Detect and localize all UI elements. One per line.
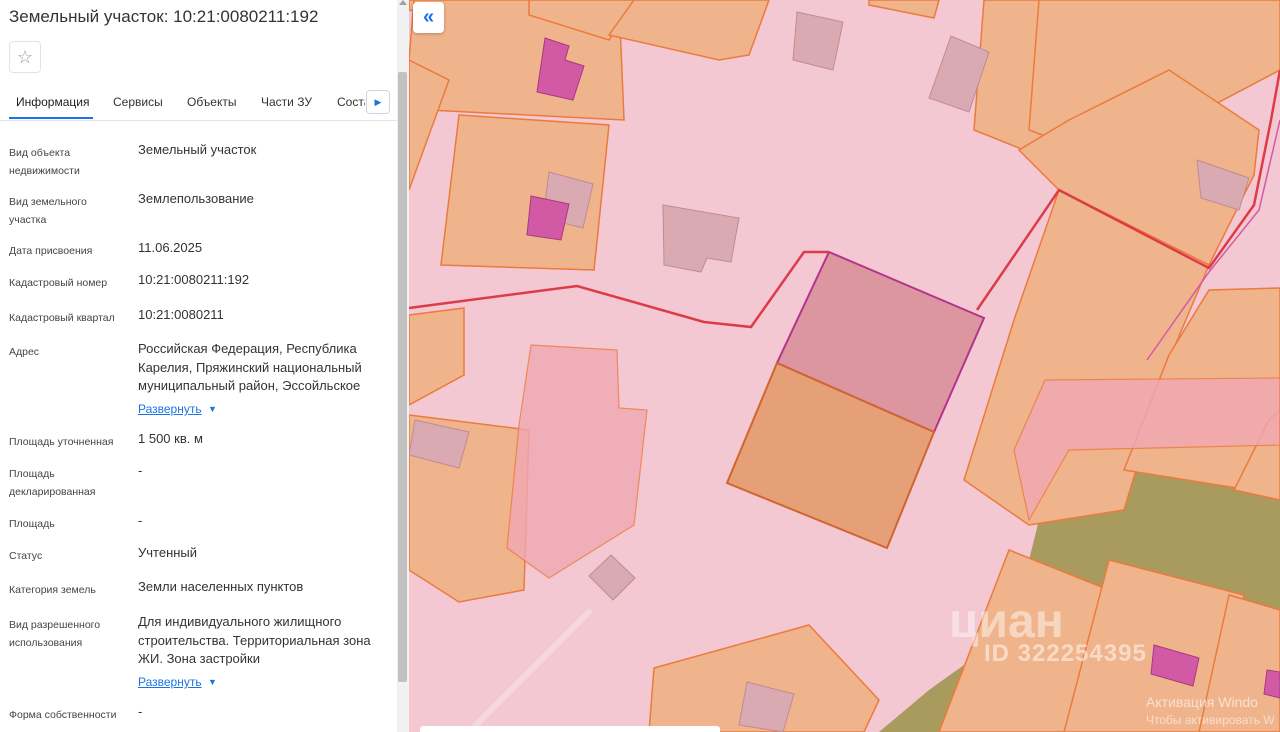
row-label: Форма собственности [9, 709, 117, 721]
permitted-use-expand-link[interactable]: Развернуть [138, 675, 202, 689]
tab-services[interactable]: Сервисы [113, 95, 163, 109]
info-panel: Земельный участок: 10:21:0080211:192 ☆ И… [0, 0, 397, 732]
row-label: Кадастровый номер [9, 277, 108, 289]
row-label: Статус [9, 550, 43, 562]
windows-activation-title: Активация Windo [1146, 694, 1258, 710]
building [792, 11, 844, 71]
row-label: Площадь декларированная [9, 468, 96, 498]
double-chevron-left-icon[interactable]: « [413, 2, 444, 33]
building [662, 204, 740, 273]
star-icon[interactable]: ☆ [9, 41, 41, 73]
map-canvas[interactable] [409, 0, 1280, 732]
row-value: Учтенный [138, 545, 198, 560]
row-value: Земельный участок [138, 142, 257, 157]
chevron-down-icon[interactable]: ▼ [208, 677, 217, 687]
parcel [409, 59, 450, 191]
tab-bar: Информация Сервисы Объекты Части ЗУ Сост… [0, 86, 397, 121]
row-value: 10:21:0080211:192 [138, 272, 250, 287]
row-value: - [138, 704, 143, 719]
row-value: 11.06.2025 [138, 240, 203, 255]
row-value: 10:21:0080211 [138, 307, 224, 322]
map-bottom-bar [420, 726, 720, 732]
building-residential [1263, 669, 1280, 699]
row-label: Площадь уточненная [9, 436, 114, 448]
parcel [868, 0, 940, 19]
parcel [409, 307, 465, 406]
row-label: Кадастровый квартал [9, 312, 115, 324]
row-label: Вид объекта недвижимости [9, 147, 80, 177]
row-label: Категория земель [9, 584, 96, 596]
row-label: Вид разрешенного использования [9, 619, 101, 649]
row-value: Земли населенных пунктов [138, 579, 304, 594]
row-value: Российская Федерация, Республика Карелия… [138, 341, 362, 393]
footpath [466, 609, 592, 732]
tab-objects[interactable]: Объекты [187, 95, 237, 109]
row-value: Для индивидуального жилищного строительс… [138, 614, 371, 666]
row-label: Площадь [9, 518, 55, 530]
chevron-down-icon[interactable]: ▼ [208, 404, 217, 414]
windows-activation-text: Чтобы активировать W [1146, 713, 1275, 727]
building-residential [526, 195, 570, 241]
tab-parts[interactable]: Части ЗУ [261, 95, 312, 109]
cadastral-map[interactable]: циан ID 322254395 Активация Windo Чтобы … [409, 0, 1280, 732]
cian-watermark-id: ID 322254395 [984, 640, 1147, 667]
row-value: Землепользование [138, 191, 254, 206]
parcel [607, 0, 770, 61]
page-title: Земельный участок: 10:21:0080211:192 [9, 7, 319, 26]
tab-composition[interactable]: Состав [337, 95, 365, 115]
tab-information[interactable]: Информация [16, 95, 89, 109]
row-value: - [138, 513, 143, 528]
row-value: 1 500 кв. м [138, 431, 203, 446]
active-tab-indicator [9, 117, 93, 119]
row-value: - [138, 463, 143, 478]
row-label: Адрес [9, 346, 40, 358]
scroll-up-arrow-icon[interactable] [399, 0, 407, 5]
panel-scrollbar[interactable] [397, 0, 409, 732]
scrollbar-thumb[interactable] [398, 72, 407, 682]
building [588, 554, 636, 601]
parcel-light [506, 344, 648, 579]
row-label: Дата присвоения [9, 245, 93, 257]
row-label: Вид земельного участка [9, 196, 87, 226]
caret-right-icon[interactable]: ▶ [366, 90, 390, 114]
address-expand-link[interactable]: Развернуть [138, 402, 202, 416]
